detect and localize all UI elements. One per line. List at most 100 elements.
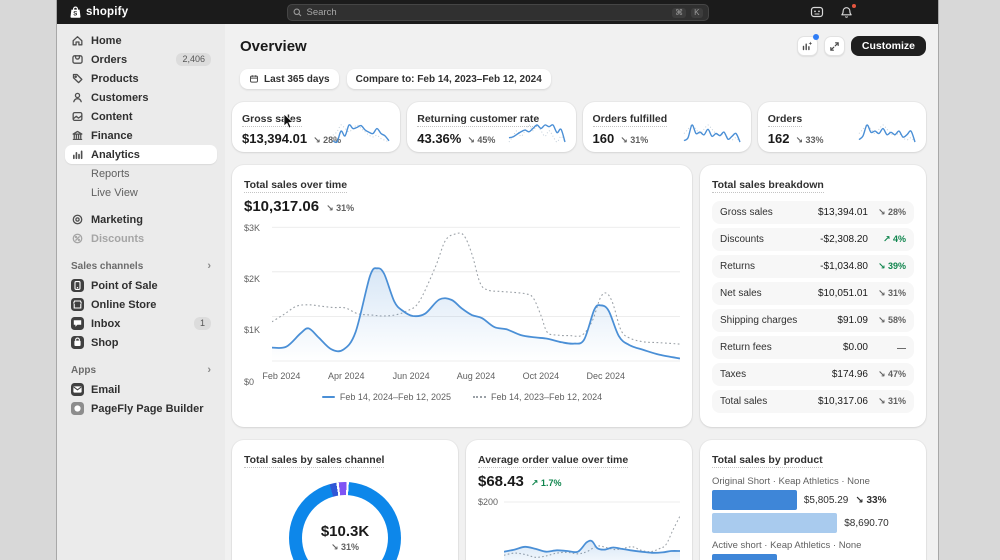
customers-icon: [73, 92, 82, 103]
metric-title[interactable]: Gross sales: [242, 113, 302, 127]
sidebar-item-inbox[interactable]: Inbox 1: [65, 314, 217, 333]
metric-value: $13,394.01: [242, 131, 308, 146]
aov-change: ↗ 1.7%: [530, 478, 562, 488]
sidebar-item-finance[interactable]: Finance: [65, 126, 217, 145]
line-chart: [271, 226, 681, 362]
sidebar-item-reports[interactable]: Reports: [65, 164, 217, 183]
date-range-button[interactable]: Last 365 days: [240, 69, 339, 89]
breakdown-row-taxes[interactable]: Taxes $174.96 ↘ 47%: [712, 363, 914, 386]
sidebar-item-point-of-sale[interactable]: Point of Sale: [65, 276, 217, 295]
breakdown-label: Shipping charges: [720, 315, 798, 326]
fullscreen-button[interactable]: [823, 36, 845, 56]
sidebar-item-label: Customers: [91, 91, 149, 104]
sidebar-item-label: Products: [91, 72, 139, 85]
donut-center-change: ↘ 31%: [330, 542, 360, 552]
x-axis-label: Apr 2024: [327, 371, 365, 381]
sidekick-button[interactable]: [809, 5, 824, 20]
main-content: Overview Customize Last 365 days Compare…: [225, 24, 938, 560]
sidebar-item-live-view[interactable]: Live View: [65, 183, 217, 202]
line-chart: [503, 501, 681, 560]
card-title[interactable]: Total sales breakdown: [712, 179, 824, 193]
sidebar-item-pagefly-page-builder[interactable]: PageFly Page Builder: [65, 399, 217, 418]
card-title[interactable]: Average order value over time: [478, 454, 629, 468]
sidebar-item-online-store[interactable]: Online Store: [65, 295, 217, 314]
sidebar-item-content[interactable]: Content: [65, 107, 217, 126]
breakdown-row-gross-sales[interactable]: Gross sales $13,394.01 ↘ 28%: [712, 201, 914, 224]
sales-by-channel-card: Total sales by sales channel $10.3K ↘ 31…: [232, 440, 458, 560]
sidebar-item-customers[interactable]: Customers: [65, 88, 217, 107]
sidebar-section-apps[interactable]: Apps ›: [71, 364, 211, 376]
breakdown-change: ↘ 58%: [877, 315, 906, 325]
sidebar-item-label: Point of Sale: [91, 279, 158, 292]
previous-period-bar[interactable]: [712, 513, 838, 533]
total-sales-over-time-card[interactable]: Total sales over time $10,317.06 ↘ 31% F…: [232, 165, 692, 427]
card-title[interactable]: Total sales over time: [244, 179, 348, 193]
sidekick-icon: [810, 6, 823, 18]
total-sales-chart: Feb 2024 Apr 2024 Jun 2024 Aug 2024 Oct 2024…: [244, 223, 681, 387]
chevron-right-icon: ›: [207, 364, 211, 376]
sidebar-item-home[interactable]: Home: [65, 31, 217, 50]
legend-label: Feb 14, 2024–Feb 12, 2025: [339, 392, 451, 402]
x-axis-label: Aug 2024: [456, 371, 496, 381]
metric-card-orders-fulfilled[interactable]: Orders fulfilled 160 ↘ 31%: [582, 102, 751, 152]
card-title[interactable]: Total sales by sales channel: [244, 454, 385, 468]
customize-button[interactable]: Customize: [850, 36, 926, 56]
breakdown-row-discounts[interactable]: Discounts -$2,308.20 ↗ 4%: [712, 228, 914, 251]
metric-card-returning-customer-rate[interactable]: Returning customer rate 43.36% ↘ 45%: [407, 102, 576, 152]
breakdown-row-return-fees[interactable]: Return fees $0.00 —: [712, 336, 914, 359]
compare-button[interactable]: Compare to: Feb 14, 2023–Feb 12, 2024: [346, 69, 551, 89]
shopify-bag-icon: S: [70, 6, 81, 18]
sidebar-item-label: Online Store: [91, 298, 157, 311]
notification-badge: [851, 2, 857, 9]
sidebar-item-products[interactable]: Products: [65, 69, 217, 88]
breakdown-row-shipping-charges[interactable]: Shipping charges $91.09 ↘ 58%: [712, 309, 914, 332]
y-axis-label: $200: [478, 497, 499, 508]
sidebar-item-marketing[interactable]: Marketing: [65, 210, 217, 229]
search-input[interactable]: Search ⌘ K: [286, 4, 709, 21]
metric-title[interactable]: Orders fulfilled: [592, 113, 668, 127]
current-period-bar[interactable]: [712, 490, 797, 510]
breakdown-row-total-sales[interactable]: Total sales $10,317.06 ↘ 31%: [712, 390, 914, 413]
current-period-bar[interactable]: [712, 554, 777, 560]
aov-chart: $200$0: [478, 497, 681, 560]
sidebar-item-label: Email: [91, 383, 121, 396]
sidebar-item-orders[interactable]: Orders 2,406: [65, 50, 217, 69]
sidebar-item-analytics[interactable]: Analytics: [65, 145, 217, 164]
expand-icon: [830, 41, 839, 51]
notifications-button[interactable]: [839, 2, 857, 20]
breakdown-label: Total sales: [720, 396, 768, 407]
breakdown-row-net-sales[interactable]: Net sales $10,051.01 ↘ 31%: [712, 282, 914, 305]
chevron-right-icon: ›: [207, 260, 211, 272]
breakdown-change: ↘ 31%: [877, 288, 906, 298]
card-title[interactable]: Total sales by product: [712, 454, 823, 468]
sidebar-item-label: Shop: [91, 336, 119, 349]
metric-title[interactable]: Orders: [767, 113, 803, 127]
metric-value: 43.36%: [417, 131, 462, 146]
home-icon: [72, 36, 83, 46]
breakdown-change: ↘ 31%: [877, 396, 906, 406]
shopify-logo[interactable]: S shopify: [69, 6, 128, 19]
sidebar-item-discounts[interactable]: Discounts: [65, 229, 217, 248]
legend-dotted-marker: [473, 396, 486, 398]
metric-card-gross-sales[interactable]: Gross sales $13,394.01 ↘ 28%: [232, 102, 401, 152]
breakdown-value: $91.09: [837, 315, 868, 326]
breakdown-row-returns[interactable]: Returns -$1,034.80 ↘ 39%: [712, 255, 914, 278]
sidebar-item-email[interactable]: Email: [65, 380, 217, 399]
breakdown-change: ↗ 4%: [882, 234, 906, 244]
calendar-icon: [249, 75, 258, 83]
sidebar-section-sales-channels[interactable]: Sales channels ›: [71, 260, 211, 272]
sales-by-product-card: Total sales by product Original Short · …: [700, 440, 926, 560]
search-placeholder: Search: [306, 7, 337, 18]
pos-icon: [71, 279, 84, 292]
sidebar-item-badge: 2,406: [176, 53, 211, 66]
compare-label: Compare to: Feb 14, 2023–Feb 12, 2024: [355, 73, 542, 85]
section-header-label: Apps: [71, 364, 96, 376]
legend-solid-marker: [321, 396, 335, 398]
sidebar-item-shop[interactable]: Shop: [65, 333, 217, 352]
breakdown-label: Returns: [720, 261, 756, 272]
insights-button[interactable]: [796, 34, 819, 56]
total-sales-breakdown-card: Total sales breakdown Gross sales $13,394…: [700, 165, 926, 427]
breakdown-value: $13,394.01: [817, 207, 868, 218]
x-axis-label: Oct 2024: [522, 371, 560, 381]
metric-card-orders[interactable]: Orders 162 ↘ 33%: [757, 102, 926, 152]
